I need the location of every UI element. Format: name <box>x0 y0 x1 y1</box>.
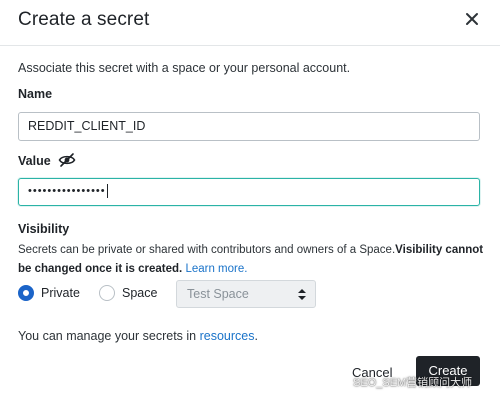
close-icon <box>466 13 478 25</box>
visibility-label: Visibility <box>18 222 70 236</box>
radio-space[interactable] <box>99 285 115 301</box>
value-input-text: •••••••••••••••• <box>28 185 106 197</box>
watermark: SEO_SEM营销顾问大师 <box>336 374 472 394</box>
eye-off-icon[interactable] <box>58 152 76 168</box>
radio-private[interactable] <box>18 285 34 301</box>
dialog-header: Create a secret <box>0 0 500 46</box>
manage-prefix: You can manage your secrets in <box>18 329 200 343</box>
resources-link[interactable]: resources <box>200 329 255 343</box>
radio-space-label[interactable]: Space <box>122 286 157 300</box>
name-label: Name <box>18 87 53 101</box>
watermark-text: SEO_SEM营销顾问大师 <box>353 377 473 389</box>
dialog-description: Associate this secret with a space or yo… <box>18 61 351 75</box>
value-label: Value <box>18 154 51 168</box>
space-select-value: Test Space <box>187 287 249 301</box>
space-select[interactable]: Test Space <box>176 280 316 308</box>
dialog-title: Create a secret <box>18 9 150 30</box>
learn-more-link[interactable]: Learn more. <box>185 263 247 275</box>
visibility-help-text: Secrets can be private or shared with co… <box>18 244 396 256</box>
name-input[interactable]: REDDIT_CLIENT_ID <box>18 112 480 141</box>
value-input[interactable]: •••••••••••••••• <box>18 178 480 206</box>
create-secret-dialog: Create a secret Associate this secret wi… <box>0 0 500 400</box>
visibility-help: Secrets can be private or shared with co… <box>18 241 488 279</box>
manage-suffix: . <box>254 329 258 343</box>
manage-secrets-text: You can manage your secrets in resources… <box>18 329 258 343</box>
wechat-icon <box>336 377 350 389</box>
close-button[interactable] <box>462 9 482 29</box>
text-caret <box>106 184 108 199</box>
radio-private-label[interactable]: Private <box>41 286 80 300</box>
select-arrows-icon <box>298 289 306 300</box>
